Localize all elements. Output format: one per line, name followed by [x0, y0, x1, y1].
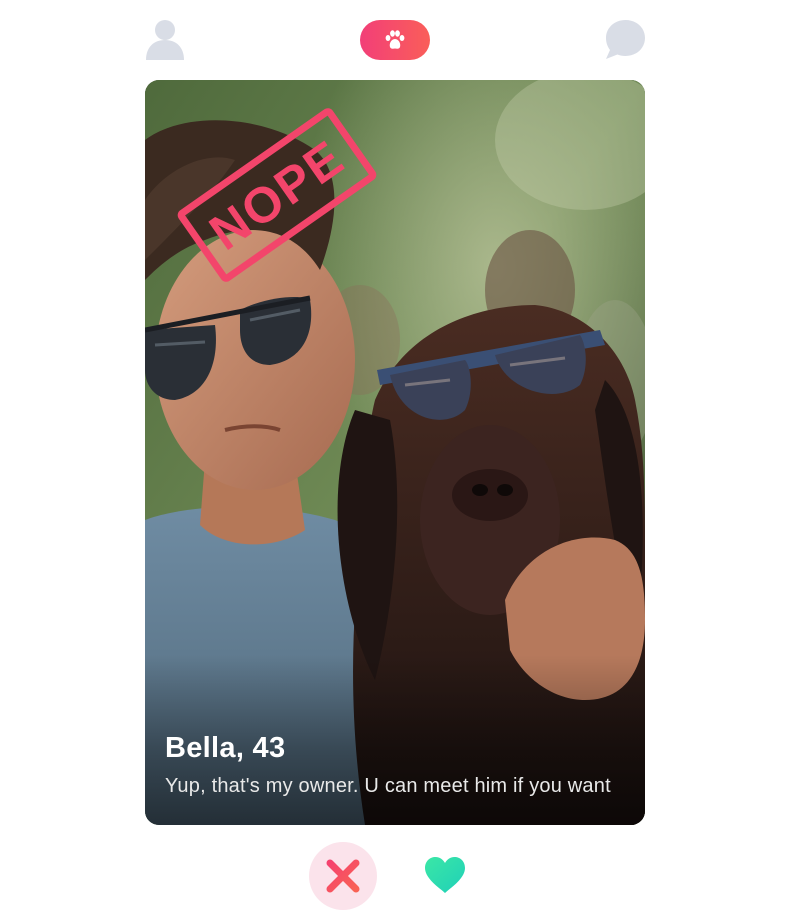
close-icon: [326, 859, 360, 893]
profile-name-age: Bella, 43: [165, 732, 286, 764]
person-icon: [146, 20, 184, 60]
chat-bubble-icon: [606, 20, 645, 59]
paw-icon: [385, 30, 405, 49]
discover-button[interactable]: [360, 20, 430, 60]
top-navigation: [0, 0, 800, 80]
like-button[interactable]: [420, 853, 470, 897]
heart-icon: [425, 857, 465, 893]
profile-card[interactable]: NOPE Bella, 43 Yup, that's my owner. U c…: [145, 80, 645, 825]
messages-button[interactable]: [605, 19, 646, 60]
profile-button[interactable]: [145, 19, 185, 60]
dislike-button[interactable]: [309, 842, 377, 910]
profile-bio: Yup, that's my owner. U can meet him if …: [165, 775, 611, 797]
action-buttons: [0, 835, 800, 917]
